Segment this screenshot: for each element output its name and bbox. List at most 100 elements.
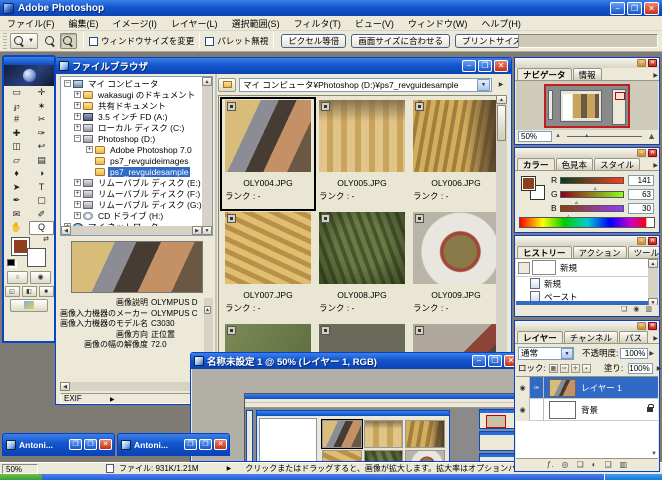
tool-button[interactable]: ▱ — [4, 154, 29, 168]
restore-button[interactable]: ❐ — [627, 1, 642, 15]
quick-mask-mode-button[interactable]: ◉ — [30, 270, 51, 284]
tool-button[interactable]: ◑ — [29, 167, 54, 181]
scroll-down-icon[interactable]: ▼ — [651, 451, 657, 457]
layers-foot-icon[interactable]: ◎ — [561, 460, 568, 470]
navigator-zoom-input[interactable] — [518, 130, 552, 142]
close-button[interactable]: ✕ — [648, 149, 657, 157]
up-folder-button[interactable] — [218, 77, 236, 92]
lock-toggle[interactable]: ▪ — [581, 363, 591, 373]
tool-button[interactable]: # — [4, 113, 29, 127]
tool-button[interactable]: ▢ — [29, 194, 54, 208]
restore-button[interactable]: ❐ — [69, 439, 82, 450]
zoom-out-button[interactable] — [59, 33, 77, 49]
foreground-color-swatch[interactable] — [521, 176, 536, 191]
tree-item[interactable]: + リムーバブル ディスク (G:) — [62, 199, 202, 210]
lock-toggle[interactable]: ✛ — [570, 363, 580, 373]
tool-button[interactable]: ✶ — [29, 100, 54, 114]
windows-taskbar[interactable] — [0, 474, 662, 480]
arrow-right-icon[interactable]: ▶ — [649, 350, 654, 357]
minimized-document-window[interactable]: Antoni... ❐ ❐ ✕ — [117, 433, 230, 456]
panel-menu-icon[interactable]: ▶ — [653, 162, 658, 169]
scroll-up-icon[interactable]: ▲ — [648, 259, 658, 268]
panel-tab[interactable]: ヒストリー — [517, 246, 572, 258]
tree-toggle[interactable]: + — [74, 113, 81, 120]
tool-button[interactable]: ✑ — [29, 127, 54, 141]
tree-item[interactable]: − マイ コンピュータ — [62, 78, 202, 89]
thumbnail-item[interactable]: OLY004.JPG ランク : - — [220, 97, 316, 211]
tree-item[interactable]: + CD ドライブ (H:) — [62, 210, 202, 221]
tree-item[interactable]: + リムーバブル ディスク (F:) — [62, 188, 202, 199]
document-canvas[interactable] — [192, 369, 520, 461]
panel-tab[interactable]: カラー — [517, 158, 555, 170]
menu-item[interactable]: ウィンドウ(W) — [401, 17, 475, 30]
channel-slider[interactable]: ▵ — [560, 204, 624, 220]
standard-screen-button[interactable]: ◱ — [4, 285, 20, 297]
minimize-button[interactable]: − — [637, 59, 646, 67]
swap-colors-icon[interactable]: ⇄ — [43, 235, 49, 243]
menu-item[interactable]: ビュー(V) — [348, 17, 401, 30]
start-button[interactable] — [0, 474, 42, 480]
panel-tab[interactable]: 情報 — [572, 68, 602, 80]
panel-tab[interactable]: 色見本 — [555, 158, 594, 170]
close-button[interactable]: ✕ — [648, 59, 657, 67]
standard-mode-button[interactable]: ○ — [7, 270, 28, 284]
layers-foot-icon[interactable]: ❏ — [576, 460, 583, 470]
scroll-left-icon[interactable]: ◀ — [60, 382, 70, 391]
options-bar-button[interactable]: 画面サイズに合わせる — [351, 34, 450, 48]
opacity-value[interactable]: 100% — [620, 347, 649, 359]
panel-titlebar[interactable]: − ✕ — [515, 148, 659, 158]
maximize-button[interactable]: ❐ — [488, 355, 502, 367]
zoom-out-mountain-icon[interactable]: ▲ — [555, 133, 561, 139]
tree-toggle[interactable]: + — [74, 190, 81, 197]
document-titlebar[interactable]: 名称未設定 1 @ 50% (レイヤー 1, RGB) − ❐ ✕ — [191, 353, 521, 369]
slider-thumb-icon[interactable]: ▴ — [585, 132, 588, 139]
tool-button[interactable]: ✋ — [4, 221, 29, 235]
default-colors-icon[interactable] — [7, 258, 15, 266]
channel-value[interactable]: 141 — [628, 174, 654, 186]
tree-scrollbar[interactable]: ▲ ▼ — [202, 77, 212, 235]
tool-button[interactable]: ➤ — [4, 181, 29, 195]
tree-toggle[interactable]: + — [74, 179, 81, 186]
lock-toggle[interactable]: ▦ — [548, 363, 558, 373]
history-foot-icon[interactable]: ◉ — [633, 306, 639, 314]
browser-menu-button[interactable]: ▶ — [495, 78, 507, 92]
scroll-up-icon[interactable]: ▲ — [496, 95, 507, 104]
tree-item[interactable]: + ローカル ディスク (C:) — [62, 122, 202, 133]
tree-hscrollbar[interactable]: ◀ ▶ — [61, 226, 202, 235]
channel-slider[interactable]: ▵ — [560, 176, 624, 192]
layers-foot-icon[interactable]: ƒ. — [547, 460, 554, 470]
history-source-icon[interactable] — [518, 261, 530, 274]
tool-button[interactable]: ✉ — [4, 208, 29, 222]
menu-item[interactable]: レイヤー(L) — [164, 17, 225, 30]
panel-tab[interactable]: チャンネル — [563, 331, 618, 343]
close-button[interactable]: ✕ — [648, 322, 657, 330]
layers-foot-icon[interactable]: ▥ — [620, 460, 628, 470]
tree-item[interactable]: + Adobe Photoshop 7.0 — [62, 144, 202, 155]
panel-tab[interactable]: パス — [619, 331, 649, 343]
tree-toggle[interactable]: + — [74, 201, 81, 208]
tool-button[interactable]: ♦ — [4, 167, 29, 181]
navigator-proxy-view[interactable] — [544, 83, 630, 128]
panel-tab[interactable]: ツールプリセット — [627, 246, 659, 258]
tree-item[interactable]: − Photoshop (D:) — [62, 133, 202, 144]
background-color-swatch[interactable] — [27, 247, 46, 267]
adobe-online-button[interactable] — [4, 65, 54, 86]
maximize-button[interactable]: ❐ — [84, 439, 97, 450]
panel-tab[interactable]: アクション — [572, 246, 627, 258]
minimize-button[interactable]: − — [637, 322, 646, 330]
menu-item[interactable]: フィルタ(T) — [287, 17, 348, 30]
path-combobox[interactable]: マイ コンピュータ¥Photoshop (D:)¥ps7_revguidesam… — [239, 77, 492, 92]
close-button[interactable]: ✕ — [644, 1, 659, 15]
layers-foot-icon[interactable]: ❑ — [604, 460, 611, 470]
tool-button[interactable]: ℘ — [4, 100, 29, 114]
tree-toggle[interactable]: + — [86, 146, 93, 153]
tree-item[interactable]: ps7_revguideimages — [62, 155, 202, 166]
minimized-document-window[interactable]: Antoni... ❐ ❐ ✕ — [2, 433, 115, 456]
blend-mode-select[interactable]: 通常 ▼ — [518, 346, 574, 360]
tool-button[interactable]: T — [29, 181, 54, 195]
zoom-in-mountain-icon[interactable]: ▲ — [647, 131, 656, 141]
tree-item[interactable]: + wakasugi のドキュメント — [62, 89, 202, 100]
history-state-row[interactable]: 新規 — [516, 277, 648, 290]
maximize-button[interactable]: ❐ — [199, 439, 212, 450]
tree-toggle[interactable]: + — [74, 124, 81, 131]
